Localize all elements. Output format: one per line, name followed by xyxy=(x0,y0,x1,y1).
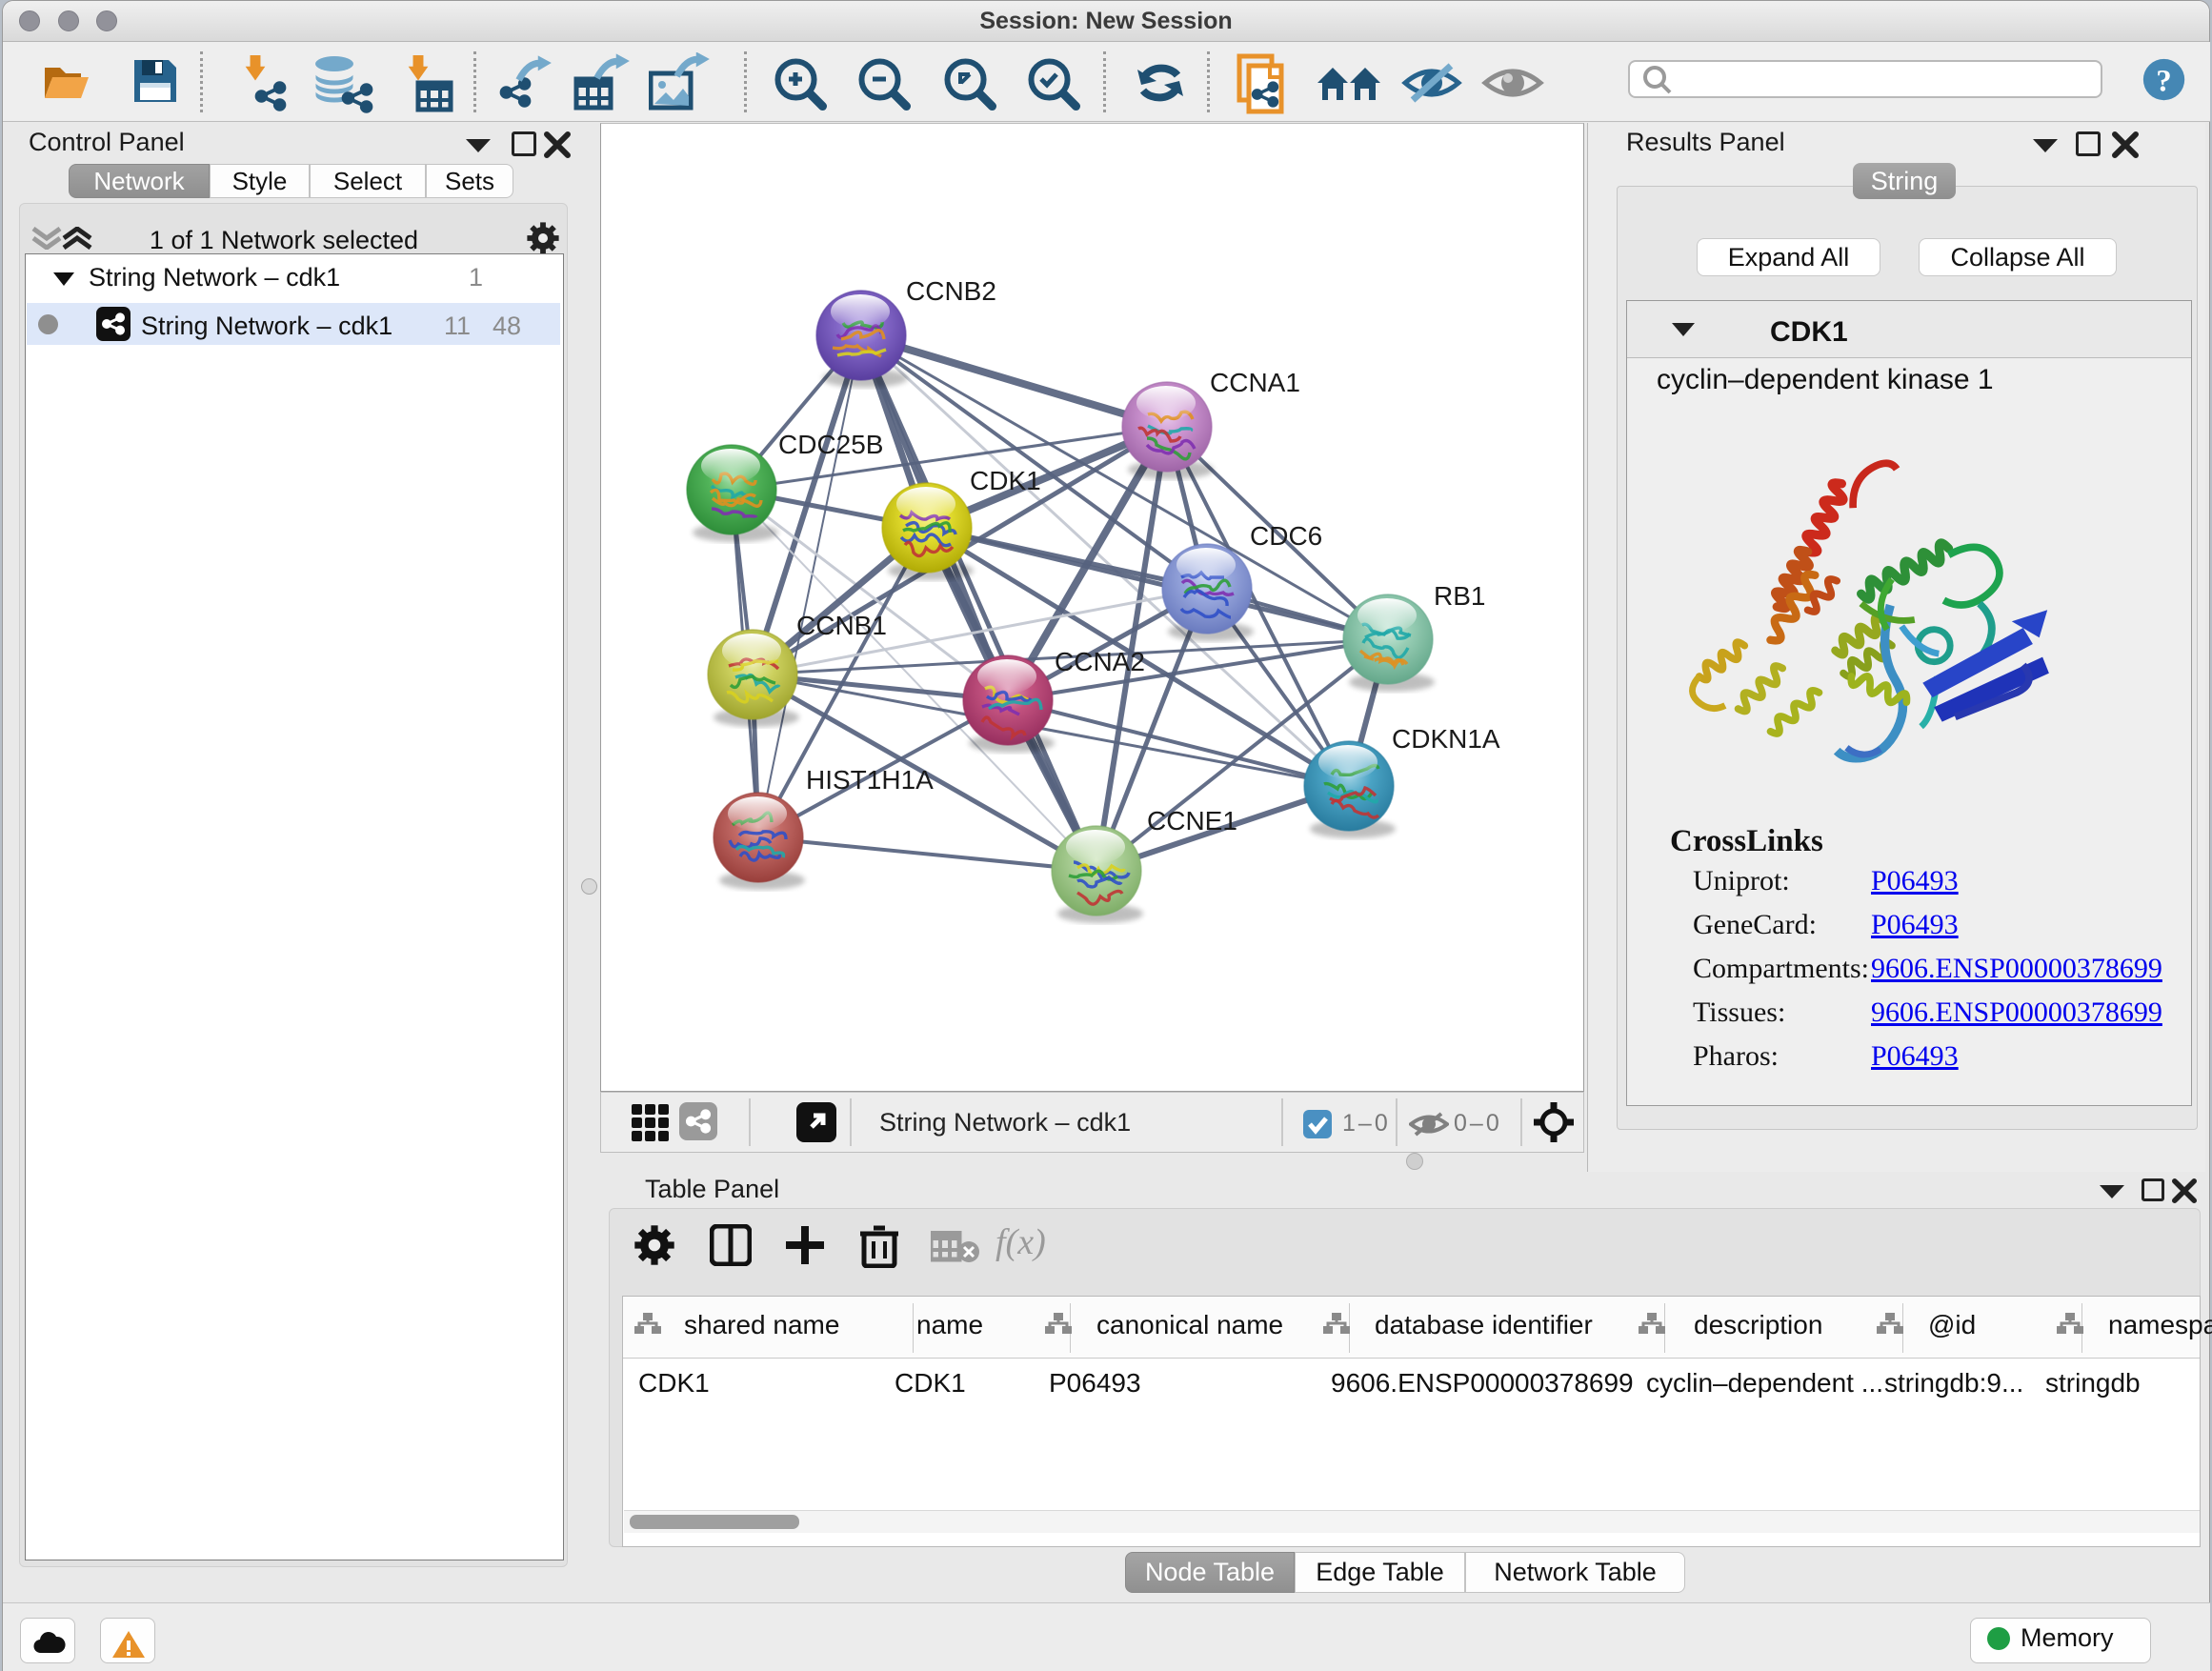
svg-text:?: ? xyxy=(2156,65,2171,99)
svg-text:CCNB1: CCNB1 xyxy=(796,611,887,640)
svg-text:HIST1H1A: HIST1H1A xyxy=(806,765,934,795)
svg-text:CCNE1: CCNE1 xyxy=(1147,806,1237,836)
svg-text:CCNB2: CCNB2 xyxy=(906,276,996,306)
svg-text:CDKN1A: CDKN1A xyxy=(1392,724,1500,754)
svg-text:RB1: RB1 xyxy=(1434,581,1485,611)
svg-text:CDC6: CDC6 xyxy=(1250,521,1322,551)
svg-text:CDC25B: CDC25B xyxy=(778,430,883,459)
svg-text:CCNA2: CCNA2 xyxy=(1055,647,1145,676)
svg-text:CCNA1: CCNA1 xyxy=(1210,368,1300,397)
svg-text:CDK1: CDK1 xyxy=(970,466,1041,495)
